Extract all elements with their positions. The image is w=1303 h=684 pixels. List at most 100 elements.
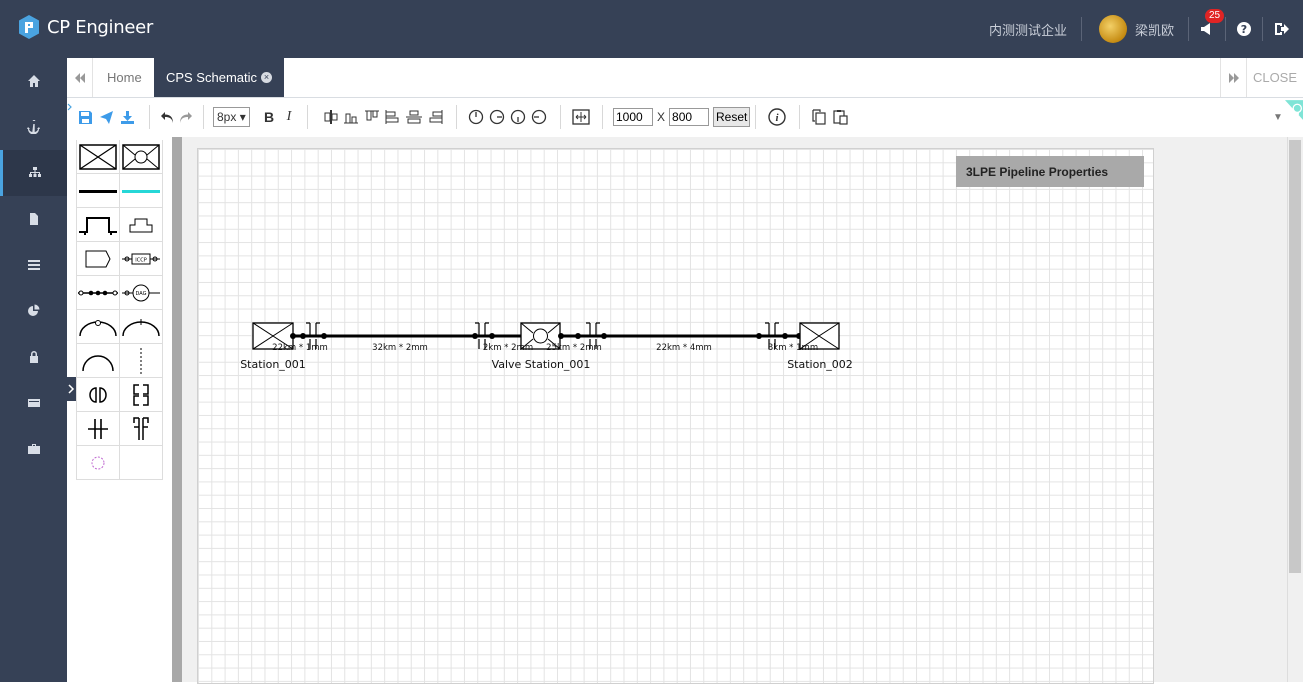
send-button[interactable] <box>98 107 114 127</box>
paste-button[interactable] <box>833 107 849 127</box>
toolbar-divider <box>602 105 603 129</box>
shape-test-post[interactable] <box>120 412 163 446</box>
sidebar-item-documents[interactable] <box>0 196 67 242</box>
toolbar-dropdown-icon[interactable]: ▼ <box>1271 107 1285 127</box>
canvas-scrollbar-thumb[interactable] <box>1289 140 1301 573</box>
shape-circle-dashed[interactable] <box>77 446 120 480</box>
segment-label: 22km * 4mm <box>656 343 712 353</box>
sidebar-item-schematic[interactable] <box>0 150 67 196</box>
notification-button[interactable]: 25 <box>1199 9 1225 37</box>
shape-trapezoid[interactable] <box>77 242 120 276</box>
align-right-icon <box>429 110 443 124</box>
shape-dag[interactable]: DAG <box>120 276 163 310</box>
align-center-icon <box>324 110 338 124</box>
company-name[interactable]: 内测测试企业 <box>989 20 1081 39</box>
arc-icon <box>82 354 114 371</box>
logout-button[interactable] <box>1273 21 1289 37</box>
pipe-line-icon <box>79 189 117 193</box>
bold-button[interactable]: B <box>262 107 276 127</box>
tab-close-icon[interactable]: × <box>261 72 273 83</box>
station-label[interactable]: Station_002 <box>787 358 853 371</box>
toolbar-divider <box>560 105 561 129</box>
lightbulb-icon <box>1285 100 1303 120</box>
tab-scroll-left[interactable] <box>67 58 93 97</box>
align-center-h-button[interactable] <box>323 107 339 127</box>
shape-arc-point[interactable] <box>77 310 120 344</box>
header-divider <box>1225 17 1226 41</box>
reset-size-button[interactable]: Reset <box>713 107 751 127</box>
sidebar-item-tools[interactable] <box>0 426 67 472</box>
toolbar-divider <box>456 105 457 129</box>
shape-iccp[interactable]: ICCP <box>120 242 163 276</box>
undo-button[interactable] <box>159 107 175 127</box>
app-logo[interactable]: CP Engineer <box>17 14 153 40</box>
shape-insulation-joint[interactable] <box>77 378 120 412</box>
shape-pipe-black[interactable] <box>77 174 120 208</box>
logo-icon <box>19 15 39 39</box>
info-button[interactable]: i <box>767 107 787 127</box>
shape-crossing[interactable] <box>77 208 120 242</box>
shape-station[interactable] <box>77 140 120 174</box>
sidebar-item-anchor[interactable] <box>0 104 67 150</box>
tab-label: CPS Schematic <box>165 70 258 85</box>
toolbar-divider <box>799 105 800 129</box>
align-top-button[interactable] <box>364 107 380 127</box>
avatar[interactable] <box>1098 15 1127 43</box>
align-bottom-button[interactable] <box>343 107 359 127</box>
shape-flange[interactable] <box>120 378 163 412</box>
header-divider <box>1188 17 1189 41</box>
sidebar-item-list[interactable] <box>0 242 67 288</box>
sidebar-item-security[interactable] <box>0 334 67 380</box>
shape-dashed-line[interactable] <box>120 344 163 378</box>
sidebar-item-home[interactable] <box>0 58 67 104</box>
shape-pipe-cyan[interactable] <box>120 174 163 208</box>
align-left-button[interactable] <box>385 107 401 127</box>
download-button[interactable] <box>119 107 135 127</box>
canvas-width-input[interactable] <box>613 108 653 126</box>
font-size-select[interactable]: 8px ▾ <box>213 107 250 127</box>
flange-icon <box>133 383 149 406</box>
rotate-left-button[interactable] <box>531 107 547 127</box>
help-button[interactable]: ? <box>1236 21 1252 37</box>
briefcase-icon <box>27 444 40 454</box>
shape-chain[interactable] <box>77 276 120 310</box>
fit-page-button[interactable] <box>571 107 591 127</box>
align-middle-button[interactable] <box>406 107 422 127</box>
download-icon <box>120 110 134 124</box>
save-icon <box>78 110 92 124</box>
shape-anode-bed[interactable] <box>120 208 163 242</box>
redo-button[interactable] <box>177 107 193 127</box>
sidebar-item-reports[interactable] <box>0 288 67 334</box>
rotate-down-button[interactable] <box>510 107 526 127</box>
align-right-button[interactable] <box>427 107 443 127</box>
sidebar-item-billing[interactable] <box>0 380 67 426</box>
shape-arc[interactable] <box>77 344 120 378</box>
station-label[interactable]: Valve Station_001 <box>492 358 591 371</box>
tab-cps-schematic[interactable]: CPS Schematic × <box>154 58 284 97</box>
close-all-tabs-button[interactable]: CLOSE <box>1247 58 1303 97</box>
palette-toggle[interactable] <box>67 377 76 401</box>
username[interactable]: 梁凯欧 <box>1135 20 1174 39</box>
copy-button[interactable] <box>811 107 827 127</box>
pie-chart-icon <box>27 304 39 316</box>
station-label[interactable]: Station_001 <box>240 358 306 371</box>
tips-button[interactable] <box>1285 98 1303 122</box>
align-middle-icon <box>406 110 422 124</box>
canvas-height-input[interactable] <box>669 108 710 126</box>
palette-scrollbar[interactable] <box>172 137 182 682</box>
italic-button[interactable]: I <box>282 107 296 127</box>
panel-expand-icon[interactable] <box>67 100 73 111</box>
rotate-up-button[interactable] <box>468 107 484 127</box>
tab-scroll-right[interactable] <box>1220 58 1247 97</box>
top-bar: CP Engineer 内测测试企业 梁凯欧 25 ? <box>0 0 1303 58</box>
tab-home[interactable]: Home <box>93 58 156 97</box>
segment-label: 32km * 2mm <box>372 343 428 353</box>
properties-panel-title[interactable]: 3LPE Pipeline Properties <box>956 156 1144 187</box>
rotate-right-button[interactable] <box>489 107 505 127</box>
schematic-canvas[interactable] <box>197 148 1154 684</box>
save-button[interactable] <box>77 107 93 127</box>
shape-empty <box>120 446 163 480</box>
shape-arc-line[interactable] <box>120 310 163 344</box>
shape-valve-station[interactable] <box>120 140 163 174</box>
shape-double-bar[interactable] <box>77 412 120 446</box>
